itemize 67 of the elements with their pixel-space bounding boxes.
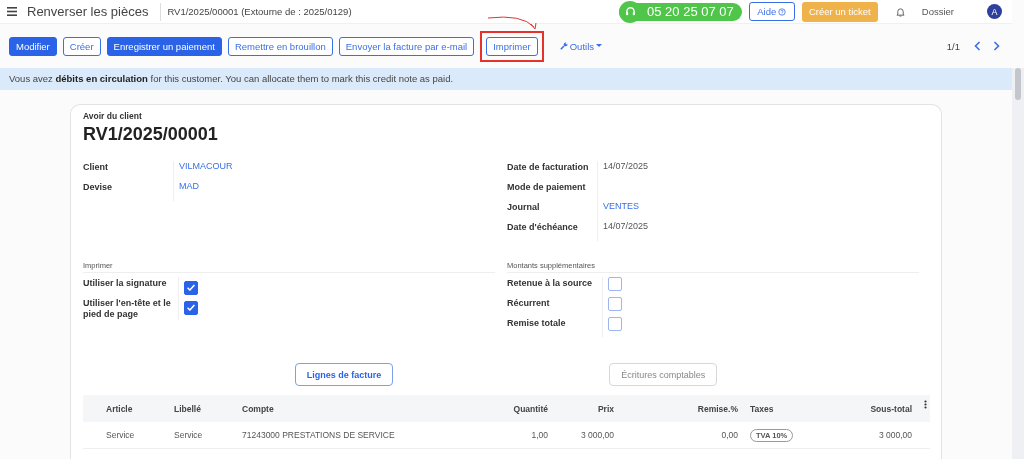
question-icon	[778, 7, 787, 16]
tab[interactable]: Lignes de facture	[294, 363, 394, 386]
table-cell: 3 000,00	[878, 430, 912, 440]
checkbox[interactable]	[608, 297, 622, 311]
option-label: Récurrent	[507, 297, 551, 310]
field-label: Mode de paiement	[507, 181, 587, 194]
help-button[interactable]: Aide	[748, 2, 795, 21]
field-label: Journal	[507, 201, 541, 214]
action-button[interactable]: Envoyer la facture par e-mail	[338, 36, 475, 56]
option-label: Retenue à la source	[507, 277, 594, 290]
next-icon[interactable]	[993, 41, 1000, 51]
checkbox[interactable]	[184, 300, 198, 315]
field-label: Date d'échéance	[507, 221, 579, 234]
option-label: Remise totale	[507, 317, 567, 330]
checkbox[interactable]	[184, 280, 198, 295]
breadcrumb: RV1/2025/00001 (Extourne de : 2025/0129)	[167, 6, 352, 17]
phone-number-badge: 05 20 25 07 07	[619, 2, 742, 21]
tab[interactable]: Écritures comptables	[609, 363, 718, 386]
check-icon	[187, 304, 195, 311]
field-link[interactable]: MAD	[179, 181, 199, 191]
table-cell: Service	[174, 430, 203, 440]
table-cell: 3 000,00	[580, 430, 614, 440]
checkbox[interactable]	[608, 317, 622, 331]
field-label: Devise	[83, 181, 114, 194]
document-type: Avoir du client	[83, 111, 143, 121]
user-avatar[interactable]: A	[987, 4, 1002, 19]
column-header: Sous-total	[870, 403, 912, 414]
column-header: Prix	[597, 403, 614, 414]
field-link[interactable]: VILMACOUR	[179, 161, 233, 171]
field-value: 14/07/2025	[603, 161, 649, 171]
column-header: Quantité	[513, 403, 548, 414]
info-banner: Vous avez débits en circulation for this customer. You can allocate them to mark this credit note as paid.	[0, 68, 1012, 90]
company-menu[interactable]: Dossier	[921, 6, 954, 17]
field-link[interactable]: VENTES	[603, 201, 639, 211]
table-cell: 71243000 PRESTATIONS DE SERVICE	[242, 430, 395, 440]
table-cell: 1,00	[531, 430, 548, 440]
checkbox[interactable]	[608, 277, 622, 291]
tools-menu[interactable]: Outils	[553, 36, 608, 56]
action-button[interactable]: Créer	[62, 36, 101, 56]
column-header: Remise.%	[697, 403, 738, 414]
caret-icon	[596, 44, 602, 48]
field-label: Date de facturation	[507, 161, 590, 174]
wrench-icon	[559, 42, 568, 50]
table-cell: 0,00	[721, 430, 738, 440]
bell-icon[interactable]	[895, 6, 905, 17]
option-label: Utiliser la signature	[83, 277, 168, 290]
document-number: RV1/2025/00001	[83, 124, 219, 145]
column-header: Compte	[242, 403, 274, 414]
field-label: Client	[83, 161, 109, 174]
column-header: Article	[106, 403, 133, 414]
action-button[interactable]: Enregistrer un paiement	[106, 36, 222, 56]
action-button[interactable]: Modifier	[9, 36, 57, 56]
headset-icon	[624, 6, 636, 17]
option-label: Utiliser l'en-tête et le pied de page	[83, 297, 172, 320]
previous-icon[interactable]	[974, 41, 981, 51]
pager-count: 1/1	[946, 40, 960, 52]
table-cell: Service	[106, 430, 135, 440]
action-button[interactable]: Imprimer	[486, 36, 538, 56]
menu-icon[interactable]	[7, 7, 17, 16]
scrollbar[interactable]	[1012, 68, 1024, 459]
column-options-icon[interactable]	[924, 400, 927, 409]
column-header: Libellé	[174, 403, 201, 414]
check-icon	[187, 284, 195, 291]
field-value: 14/07/2025	[603, 221, 649, 231]
action-button[interactable]: Remettre en brouillon	[227, 36, 333, 56]
page-title: Renverser les pièces	[27, 4, 149, 19]
column-header: Taxes	[750, 403, 774, 414]
